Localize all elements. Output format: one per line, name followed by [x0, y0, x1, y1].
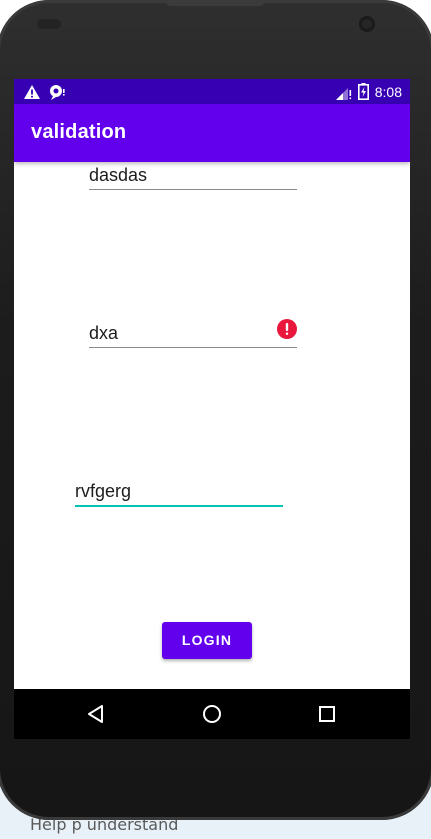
status-time: 8:08	[374, 83, 402, 100]
phone-screen: 8:08 validation dasdas dxa rvfgerg LOGIN	[14, 79, 410, 739]
status-bar: 8:08	[14, 79, 410, 104]
app-title: validation	[31, 121, 127, 143]
text-field-3-value: rvfgerg	[75, 481, 132, 501]
text-field-2[interactable]: dxa	[89, 317, 297, 348]
home-icon[interactable]	[200, 702, 224, 726]
warning-icon	[24, 84, 40, 99]
speaker-slot	[165, 0, 265, 6]
navigation-bar	[14, 689, 410, 739]
text-field-3[interactable]: rvfgerg	[75, 475, 283, 507]
recents-icon[interactable]	[315, 702, 339, 726]
text-field-1[interactable]: dasdas	[89, 159, 297, 190]
login-button[interactable]: LOGIN	[162, 622, 252, 659]
back-icon[interactable]	[84, 702, 108, 726]
text-field-1-value: dasdas	[89, 165, 148, 185]
battery-icon	[357, 83, 369, 100]
error-icon[interactable]	[277, 319, 297, 339]
front-camera	[359, 16, 375, 32]
proximity-sensor	[37, 19, 61, 29]
text-field-2-value: dxa	[89, 323, 119, 343]
app-bar: validation	[14, 104, 410, 162]
signal-icon	[335, 87, 351, 100]
notification-icon	[50, 84, 65, 100]
